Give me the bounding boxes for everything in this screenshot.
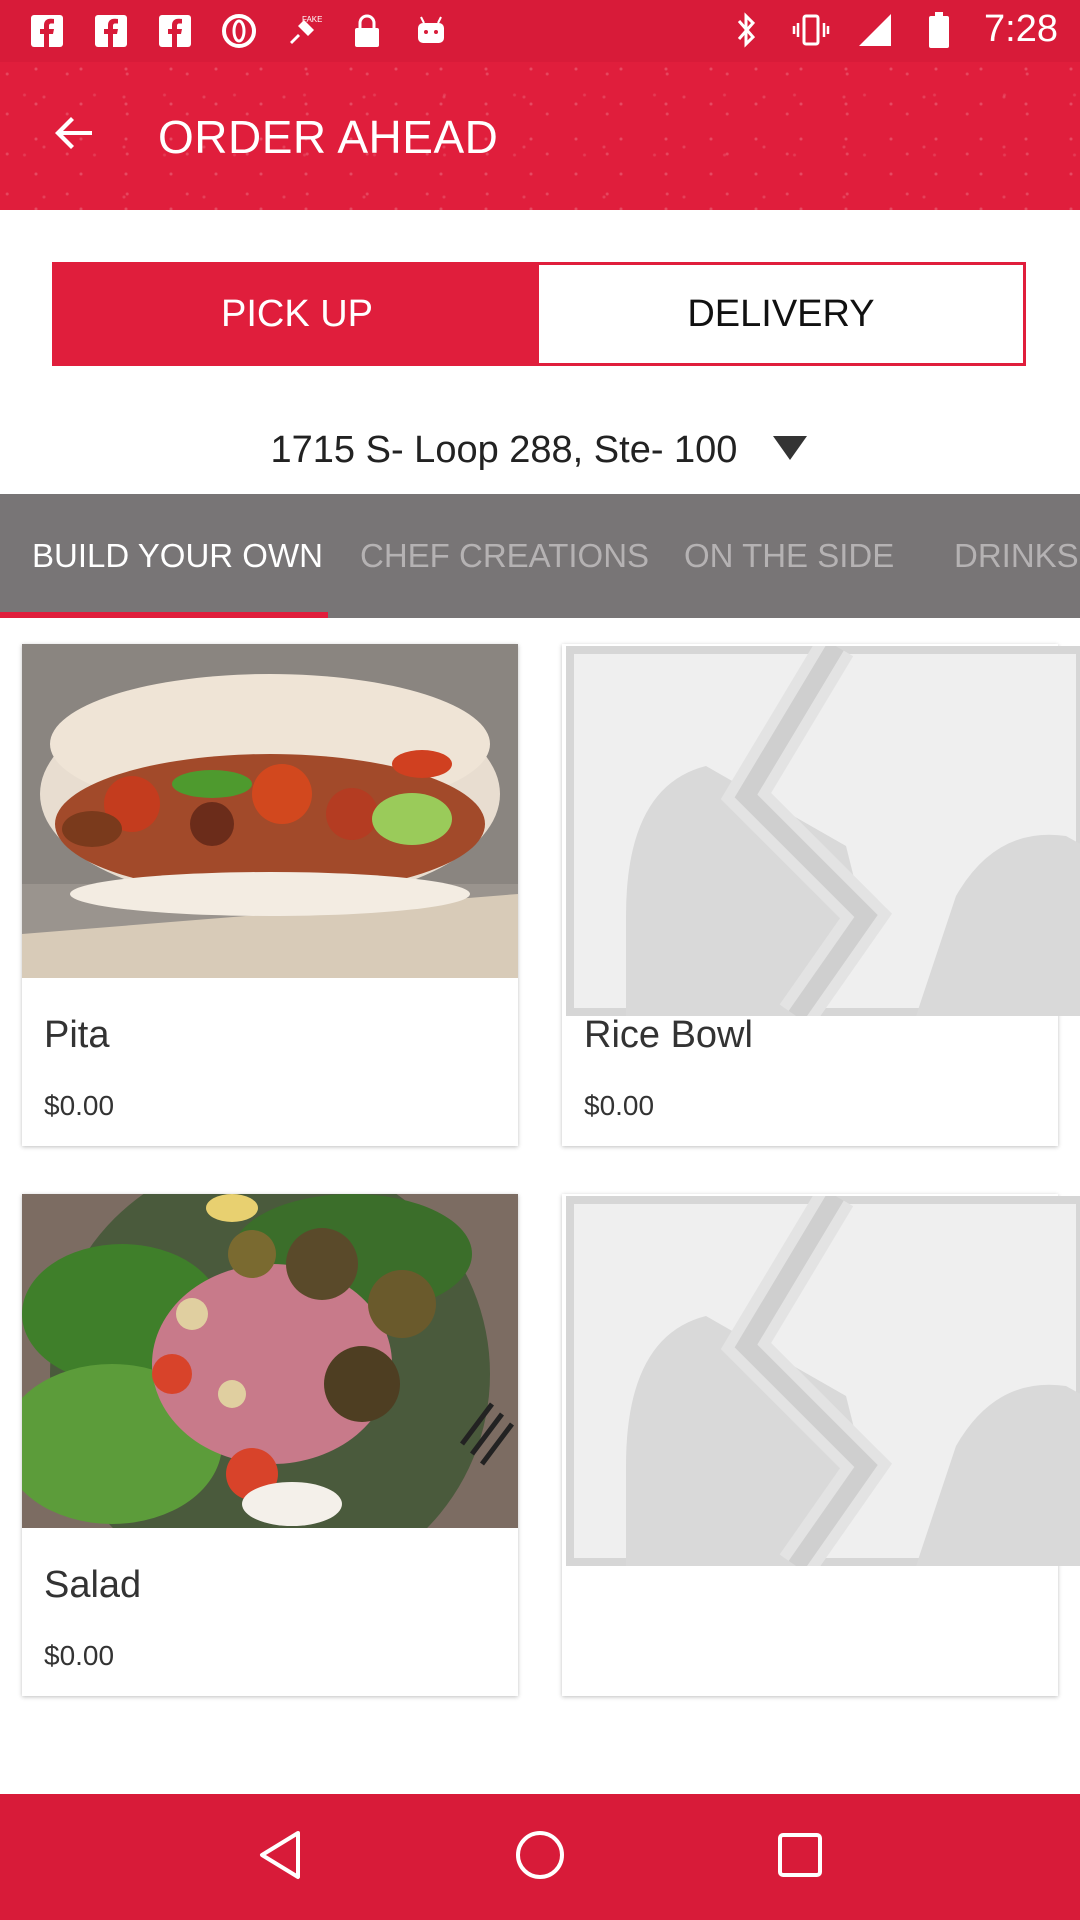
triangle-down-icon	[771, 429, 809, 472]
app-bar: ORDER AHEAD	[0, 62, 1080, 210]
back-triangle-icon	[256, 1829, 304, 1886]
home-circle-icon	[514, 1829, 566, 1886]
salad-photo	[22, 1194, 518, 1528]
svg-text:FAKE: FAKE	[302, 15, 322, 24]
clock: 7:28	[984, 8, 1058, 50]
status-icons-left: FAKE	[28, 12, 450, 50]
opera-icon	[220, 12, 258, 50]
arrow-left-icon	[52, 112, 96, 161]
item-price: $0.00	[584, 1090, 655, 1121]
menu-item-card[interactable]: Rice Bowl $0.00	[562, 644, 1080, 1146]
page-title: ORDER AHEAD	[158, 111, 499, 163]
tab-delivery[interactable]: DELIVERY	[539, 265, 1023, 363]
location-address: 1715 S- Loop 288, Ste- 100	[270, 428, 738, 471]
location-selector[interactable]: 1715 S- Loop 288, Ste- 100	[0, 420, 1080, 480]
item-price: $0.00	[44, 1090, 115, 1121]
facebook-icon	[92, 12, 130, 50]
menu-item-card[interactable]: Pita $0.00	[22, 644, 518, 1146]
facebook-icon	[28, 12, 66, 50]
tab-drinks[interactable]: DRINKS	[922, 494, 1080, 618]
lock-icon	[348, 12, 386, 50]
item-name: Pita	[44, 1014, 110, 1056]
category-tabs: BUILD YOUR OWN CHEF CREATIONS ON THE SID…	[0, 494, 1080, 618]
nav-back-button[interactable]	[240, 1817, 320, 1897]
vibrate-icon	[792, 11, 830, 49]
menu-item-card[interactable]: Salad $0.00	[22, 1194, 518, 1696]
tab-pick-up[interactable]: PICK UP	[55, 265, 539, 363]
nav-home-button[interactable]	[500, 1817, 580, 1897]
fake-gps-icon: FAKE	[284, 12, 322, 50]
system-nav-bar	[0, 1794, 1080, 1920]
tab-build-your-own[interactable]: BUILD YOUR OWN	[0, 494, 328, 618]
back-button[interactable]	[44, 106, 104, 166]
placeholder-image-icon	[566, 1196, 1080, 1566]
tab-on-the-side[interactable]: ON THE SIDE	[652, 494, 922, 618]
order-mode-tabs: PICK UP DELIVERY	[52, 262, 1026, 366]
pita-photo	[22, 644, 518, 978]
facebook-icon	[156, 12, 194, 50]
item-price: $0.00	[44, 1640, 115, 1671]
item-name: Rice Bowl	[584, 1014, 753, 1056]
android-icon	[412, 12, 450, 50]
status-bar: FAKE 7:28	[0, 0, 1080, 62]
tab-chef-creations[interactable]: CHEF CREATIONS	[328, 494, 652, 618]
signal-icon	[856, 11, 894, 49]
recents-square-icon	[776, 1831, 824, 1884]
item-name: Salad	[44, 1564, 142, 1606]
battery-icon	[920, 11, 958, 49]
placeholder-image-icon	[566, 646, 1080, 1016]
bluetooth-icon	[728, 11, 766, 49]
status-icons-right: 7:28	[728, 8, 1058, 51]
menu-item-card[interactable]	[562, 1194, 1080, 1696]
nav-recents-button[interactable]	[760, 1817, 840, 1897]
